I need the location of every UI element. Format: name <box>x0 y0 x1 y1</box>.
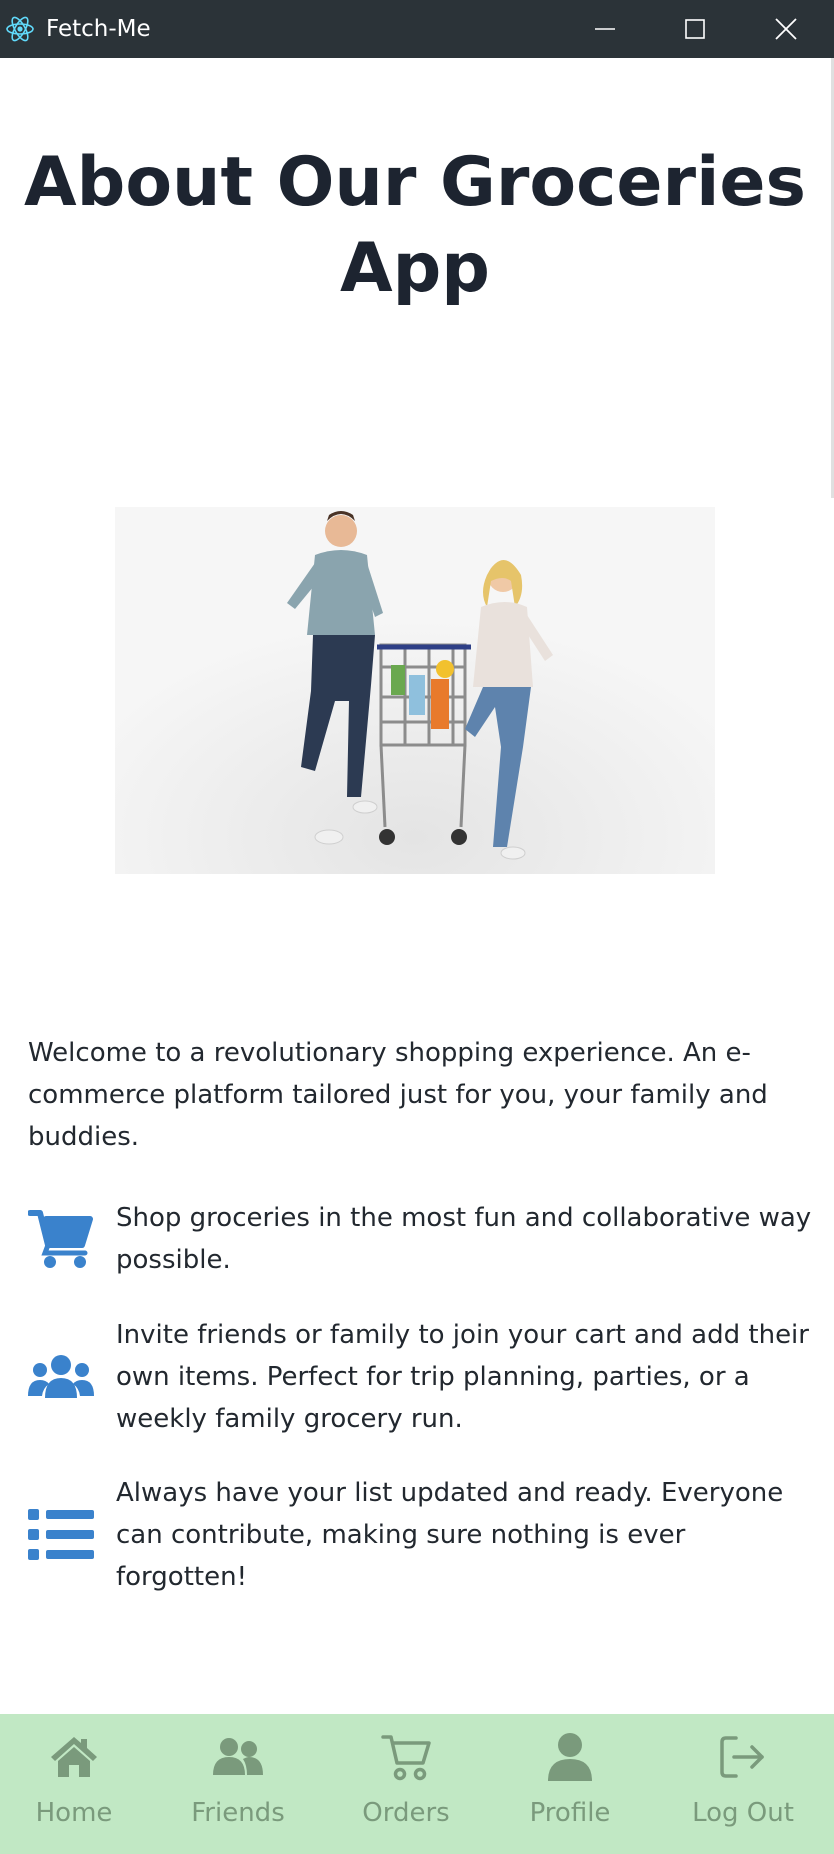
maximize-icon <box>685 19 705 39</box>
feature-item: Always have your list updated and ready.… <box>28 1472 818 1598</box>
intro-text: Welcome to a revolutionary shopping expe… <box>28 1038 768 1152</box>
home-icon <box>49 1732 99 1782</box>
close-icon <box>775 18 797 40</box>
feature-text: Shop groceries in the most fun and colla… <box>116 1203 812 1275</box>
bottom-nav: Home Friends Orders Profile Log Out <box>0 1714 834 1854</box>
nav-label: Friends <box>191 1798 285 1828</box>
logout-icon <box>720 1732 766 1782</box>
cart-outline-icon <box>381 1732 431 1782</box>
feature-text: Invite friends or family to join your ca… <box>116 1320 809 1434</box>
app-window: Fetch-Me About Our Groceries App Welcome… <box>0 0 834 1854</box>
nav-label: Home <box>35 1798 113 1828</box>
nav-label: Orders <box>362 1798 450 1828</box>
users-icon <box>28 1352 116 1402</box>
users-icon <box>213 1732 263 1782</box>
nav-item-orders[interactable]: Orders <box>356 1714 456 1854</box>
list-icon <box>28 1507 116 1563</box>
nav-label: Profile <box>529 1798 611 1828</box>
title-bar: Fetch-Me <box>0 0 834 58</box>
react-atom-icon <box>2 11 38 47</box>
user-icon <box>547 1732 593 1782</box>
hero-image <box>115 507 715 874</box>
nav-label: Log Out <box>692 1798 794 1828</box>
nav-item-profile[interactable]: Profile <box>520 1714 620 1854</box>
feature-item: Invite friends or family to join your ca… <box>28 1314 818 1440</box>
nav-item-logout[interactable]: Log Out <box>683 1714 803 1854</box>
maximize-button[interactable] <box>650 0 740 58</box>
nav-item-friends[interactable]: Friends <box>188 1714 288 1854</box>
close-button[interactable] <box>741 0 831 58</box>
minimize-icon <box>595 28 615 30</box>
feature-text: Always have your list updated and ready.… <box>116 1478 784 1592</box>
window-title: Fetch-Me <box>46 16 151 42</box>
nav-item-home[interactable]: Home <box>24 1714 124 1854</box>
page-title: About Our Groceries App <box>24 143 806 308</box>
shopping-cart-icon <box>28 1209 116 1269</box>
feature-item: Shop groceries in the most fun and colla… <box>28 1197 818 1281</box>
minimize-button[interactable] <box>560 0 650 58</box>
